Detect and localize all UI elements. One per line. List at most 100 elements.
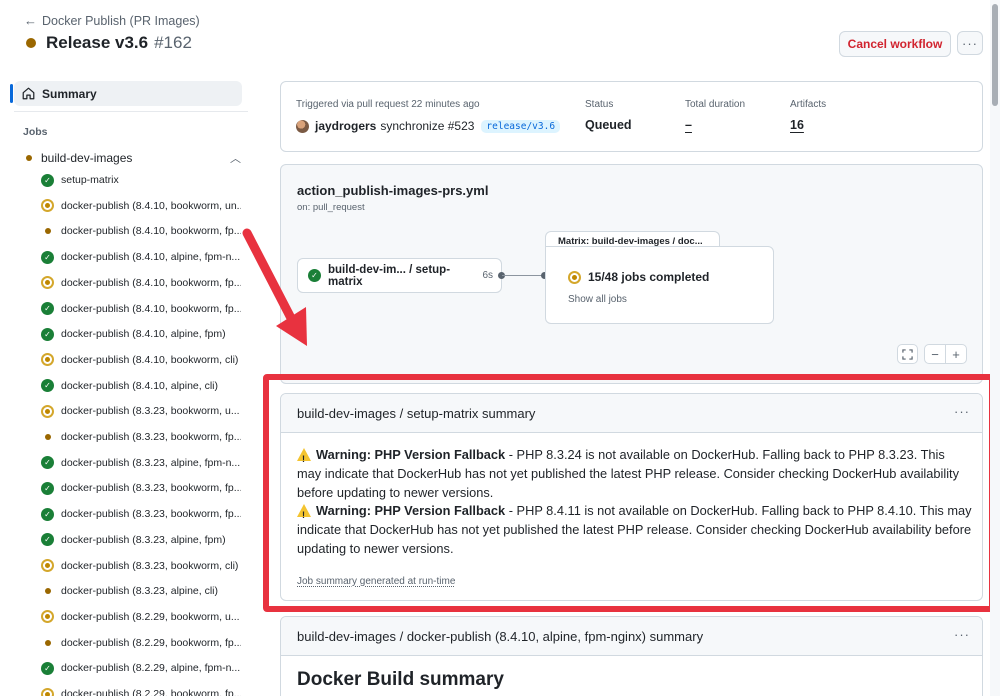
- success-check-icon: ✓: [41, 661, 54, 675]
- sidebar-job-label: docker-publish (8.4.10, alpine, fpm-n...: [61, 251, 241, 264]
- active-indicator: [10, 84, 13, 103]
- sidebar-job-item[interactable]: ✓ docker-publish (8.4.10, alpine, fpm): [41, 324, 241, 344]
- run-number: #162: [154, 33, 192, 52]
- show-all-jobs-link[interactable]: Show all jobs: [568, 294, 627, 305]
- sidebar-job-item[interactable]: docker-publish (8.4.10, bookworm, fp...: [41, 221, 241, 241]
- sidebar-job-item[interactable]: ✓ docker-publish (8.2.29, alpine, fpm-n..…: [41, 658, 241, 678]
- scrollbar-thumb[interactable]: [992, 4, 998, 106]
- sidebar-job-item[interactable]: docker-publish (8.2.29, bookworm, fp...: [41, 633, 241, 653]
- sidebar-job-item[interactable]: docker-publish (8.4.10, bookworm, cli): [41, 350, 241, 370]
- sidebar-job-item[interactable]: docker-publish (8.4.10, bookworm, un...: [41, 196, 241, 216]
- sidebar-job-item[interactable]: ✓ docker-publish (8.4.10, alpine, cli): [41, 376, 241, 396]
- home-icon: [22, 87, 35, 100]
- status-value: Queued: [585, 118, 632, 132]
- workflow-graph-card: action_publish-images-prs.yml on: pull_r…: [280, 164, 983, 384]
- zoom-out-button[interactable]: −: [924, 344, 946, 364]
- artifacts-label: Artifacts: [790, 99, 827, 110]
- sidebar-job-label: docker-publish (8.3.23, alpine, fpm): [61, 533, 226, 546]
- jobs-heading: Jobs: [23, 126, 48, 138]
- workflow-trigger-event: on: pull_request: [297, 202, 365, 213]
- trigger-action[interactable]: synchronize #523: [380, 119, 474, 133]
- avatar[interactable]: [296, 119, 309, 133]
- sidebar-item-build-dev-images[interactable]: build-dev-images ︿: [26, 150, 241, 166]
- sidebar-job-item[interactable]: docker-publish (8.3.23, alpine, cli): [41, 581, 241, 601]
- fullscreen-icon: [902, 348, 913, 360]
- sidebar-job-label: docker-publish (8.4.10, bookworm, fp...: [61, 276, 241, 289]
- sidebar-job-label: docker-publish (8.2.29, bookworm, u...: [61, 610, 240, 623]
- page-title-row: Release v3.6 #162: [26, 33, 192, 53]
- kebab-icon[interactable]: ···: [954, 627, 970, 642]
- sidebar-job-label: docker-publish (8.3.23, bookworm, cli): [61, 559, 239, 572]
- minus-icon: −: [931, 346, 939, 362]
- success-check-icon: ✓: [41, 533, 54, 547]
- sidebar-job-label: docker-publish (8.2.29, bookworm, fp...: [61, 636, 241, 649]
- sidebar-job-label: docker-publish (8.2.29, bookworm, fp...: [61, 688, 241, 696]
- cancel-workflow-button[interactable]: Cancel workflow: [839, 31, 951, 57]
- sidebar-job-label: docker-publish (8.4.10, bookworm, fp...: [61, 302, 241, 315]
- sidebar-job-label: docker-publish (8.3.23, bookworm, fp...: [61, 431, 241, 443]
- matrix-status-label: 15/48 jobs completed: [588, 270, 710, 284]
- workflow-file-name[interactable]: action_publish-images-prs.yml: [297, 183, 488, 198]
- sidebar-job-item[interactable]: ✓ docker-publish (8.3.23, alpine, fpm): [41, 530, 241, 550]
- success-check-icon: ✓: [41, 481, 54, 495]
- queued-status-icon: [41, 225, 54, 238]
- actor-link[interactable]: jaydrogers: [315, 119, 376, 133]
- page-title: Release v3.6: [46, 33, 149, 52]
- success-check-icon: ✓: [41, 327, 54, 341]
- kebab-icon: ···: [962, 35, 978, 51]
- sidebar-job-item[interactable]: docker-publish (8.3.23, bookworm, cli): [41, 556, 241, 576]
- sidebar-job-label: docker-publish (8.4.10, bookworm, un...: [61, 199, 241, 212]
- sidebar-job-label: docker-publish (8.4.10, alpine, fpm): [61, 328, 226, 341]
- divider: [14, 111, 248, 112]
- sidebar-job-label: setup-matrix: [61, 174, 119, 186]
- graph-node-setup-matrix[interactable]: ✓ build-dev-im... / setup-matrix 6s: [297, 258, 502, 293]
- chevron-up-icon[interactable]: ︿: [230, 150, 241, 166]
- sidebar-job-label: docker-publish (8.4.10, bookworm, cli): [61, 353, 239, 366]
- trigger-details: jaydrogers synchronize #523 release/v3.6: [296, 119, 561, 133]
- in-progress-icon: [41, 687, 54, 696]
- summary-card-header: build-dev-images / docker-publish (8.4.1…: [281, 617, 982, 656]
- zoom-in-button[interactable]: +: [945, 344, 967, 364]
- sidebar-job-item[interactable]: docker-publish (8.2.29, bookworm, fp...: [41, 684, 241, 696]
- artifacts-count-link[interactable]: 16: [790, 118, 804, 132]
- sidebar-job-item[interactable]: docker-publish (8.2.29, bookworm, u...: [41, 607, 241, 627]
- in-progress-icon: [41, 276, 54, 290]
- job-group-label: build-dev-images: [41, 151, 133, 165]
- docker-publish-summary-card: build-dev-images / docker-publish (8.4.1…: [280, 616, 983, 696]
- success-check-icon: ✓: [41, 379, 54, 393]
- graph-node-duration: 6s: [482, 270, 493, 281]
- in-progress-icon: [568, 270, 581, 284]
- sidebar-job-label: docker-publish (8.4.10, alpine, cli): [61, 379, 218, 392]
- sidebar-job-label: docker-publish (8.3.23, alpine, cli): [61, 585, 218, 598]
- queued-status-icon: [41, 431, 54, 444]
- fullscreen-button[interactable]: [897, 344, 918, 364]
- sidebar-item-summary[interactable]: Summary: [14, 81, 242, 106]
- sidebar-job-item[interactable]: docker-publish (8.3.23, bookworm, fp...: [41, 427, 241, 447]
- more-options-button[interactable]: ···: [957, 31, 983, 55]
- sidebar-job-item[interactable]: ✓ docker-publish (8.3.23, alpine, fpm-n..…: [41, 453, 241, 473]
- queued-status-icon: [41, 636, 54, 649]
- sidebar-job-item[interactable]: ✓ docker-publish (8.4.10, alpine, fpm-n..…: [41, 247, 241, 267]
- sidebar-job-item[interactable]: ✓ docker-publish (8.3.23, bookworm, fp...: [41, 478, 241, 498]
- branch-tag[interactable]: release/v3.6: [481, 119, 561, 133]
- in-progress-icon: [41, 610, 54, 624]
- docker-build-summary-heading: Docker Build summary: [297, 669, 504, 690]
- success-check-icon: ✓: [41, 302, 54, 315]
- sidebar-job-item[interactable]: ✓ setup-matrix: [41, 170, 241, 190]
- sidebar-job-label: docker-publish (8.3.23, bookworm, fp...: [61, 482, 241, 495]
- back-link[interactable]: ← Docker Publish (PR Images): [24, 13, 200, 28]
- graph-node-matrix[interactable]: 15/48 jobs completed Show all jobs: [545, 246, 774, 324]
- highlight-frame: [263, 374, 995, 612]
- matrix-status: 15/48 jobs completed: [568, 270, 709, 284]
- duration-value[interactable]: –: [685, 118, 692, 132]
- graph-node-label: build-dev-im... / setup-matrix: [328, 263, 451, 288]
- sidebar-job-label: docker-publish (8.3.23, bookworm, u...: [61, 405, 240, 418]
- summary-card-title: build-dev-images / docker-publish (8.4.1…: [297, 628, 704, 644]
- sidebar-job-item[interactable]: docker-publish (8.3.23, bookworm, u...: [41, 401, 241, 421]
- sidebar-job-item[interactable]: ✓ docker-publish (8.4.10, bookworm, fp...: [41, 299, 241, 319]
- sidebar-item-label: Summary: [42, 86, 97, 101]
- sidebar-job-label: docker-publish (8.3.23, alpine, fpm-n...: [61, 456, 241, 469]
- sidebar-job-item[interactable]: ✓ docker-publish (8.3.23, bookworm, fp...: [41, 504, 241, 524]
- sidebar-job-item[interactable]: docker-publish (8.4.10, bookworm, fp...: [41, 273, 241, 293]
- sidebar-job-label: docker-publish (8.4.10, bookworm, fp...: [61, 225, 241, 238]
